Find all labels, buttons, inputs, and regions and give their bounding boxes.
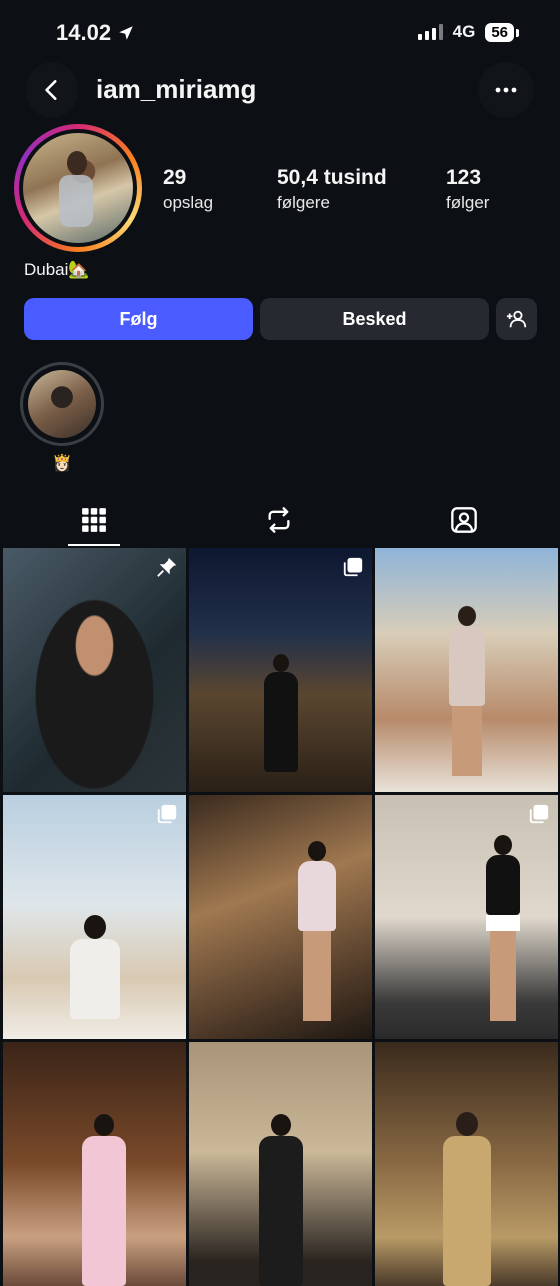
house-emoji: 🏡	[68, 260, 90, 279]
grid-post[interactable]	[189, 1042, 372, 1286]
highlight-cover	[28, 370, 96, 438]
suggested-users-button[interactable]	[496, 298, 537, 340]
grid-post[interactable]	[375, 795, 558, 1039]
post-subject	[445, 606, 489, 776]
pin-icon	[157, 557, 177, 577]
followers-label: følgere	[277, 193, 330, 212]
stat-posts[interactable]: 29 opslag	[163, 166, 213, 213]
back-button[interactable]	[26, 62, 78, 118]
tab-posts-grid[interactable]	[68, 500, 120, 540]
more-options-button[interactable]	[478, 62, 534, 118]
bio-text: Dubai	[24, 260, 69, 279]
chevron-left-icon	[45, 80, 57, 100]
following-count: 123	[446, 166, 482, 189]
avatar-image	[23, 133, 133, 243]
post-subject	[79, 1114, 129, 1286]
posts-label: opslag	[163, 193, 214, 212]
post-subject	[295, 841, 339, 1021]
profile-bio: Dubai🏡	[24, 260, 90, 280]
highlight-label: 👸🏻	[52, 455, 72, 472]
post-subject	[440, 1112, 494, 1286]
stat-following[interactable]: 123 følger	[446, 166, 489, 213]
status-indicators: 4G 56	[417, 22, 519, 42]
tab-reels[interactable]	[253, 500, 305, 540]
grid-post[interactable]	[375, 1042, 558, 1286]
network-label: 4G	[452, 22, 476, 41]
tagged-person-icon	[451, 507, 477, 533]
grid-post[interactable]	[3, 1042, 186, 1286]
add-user-icon	[506, 310, 526, 328]
grid-post[interactable]	[375, 548, 558, 792]
message-button[interactable]: Besked	[260, 298, 489, 340]
more-icon	[495, 87, 517, 93]
follow-button[interactable]: Følg	[24, 298, 253, 340]
active-tab-indicator	[68, 544, 120, 546]
location-arrow-icon	[119, 26, 133, 40]
carousel-icon	[529, 804, 549, 824]
carousel-icon	[157, 804, 177, 824]
grid-icon	[82, 508, 106, 532]
post-subject	[256, 1114, 306, 1286]
grid-post[interactable]	[189, 548, 372, 792]
followers-count: 50,4 tusind	[277, 166, 387, 189]
status-time: 14.02	[56, 20, 135, 46]
grid-post[interactable]	[3, 795, 186, 1039]
carousel-icon	[343, 557, 363, 577]
grid-post[interactable]	[189, 795, 372, 1039]
battery-icon: 56	[485, 22, 519, 42]
grid-post[interactable]	[3, 548, 186, 792]
following-label: følger	[446, 193, 490, 212]
tab-tagged[interactable]	[438, 500, 490, 540]
time-label: 14.02	[56, 20, 112, 45]
profile-username: iam_miriamg	[96, 74, 257, 104]
posts-grid	[3, 548, 558, 1286]
post-subject	[261, 654, 301, 772]
stat-followers[interactable]: 50,4 tusind følgere	[277, 166, 387, 213]
repost-icon	[268, 507, 290, 533]
profile-avatar[interactable]	[14, 124, 142, 252]
post-subject	[65, 915, 125, 1019]
signal-icon	[417, 24, 443, 40]
posts-count: 29	[163, 166, 187, 189]
story-highlight[interactable]	[20, 362, 104, 446]
post-subject	[481, 835, 525, 1021]
